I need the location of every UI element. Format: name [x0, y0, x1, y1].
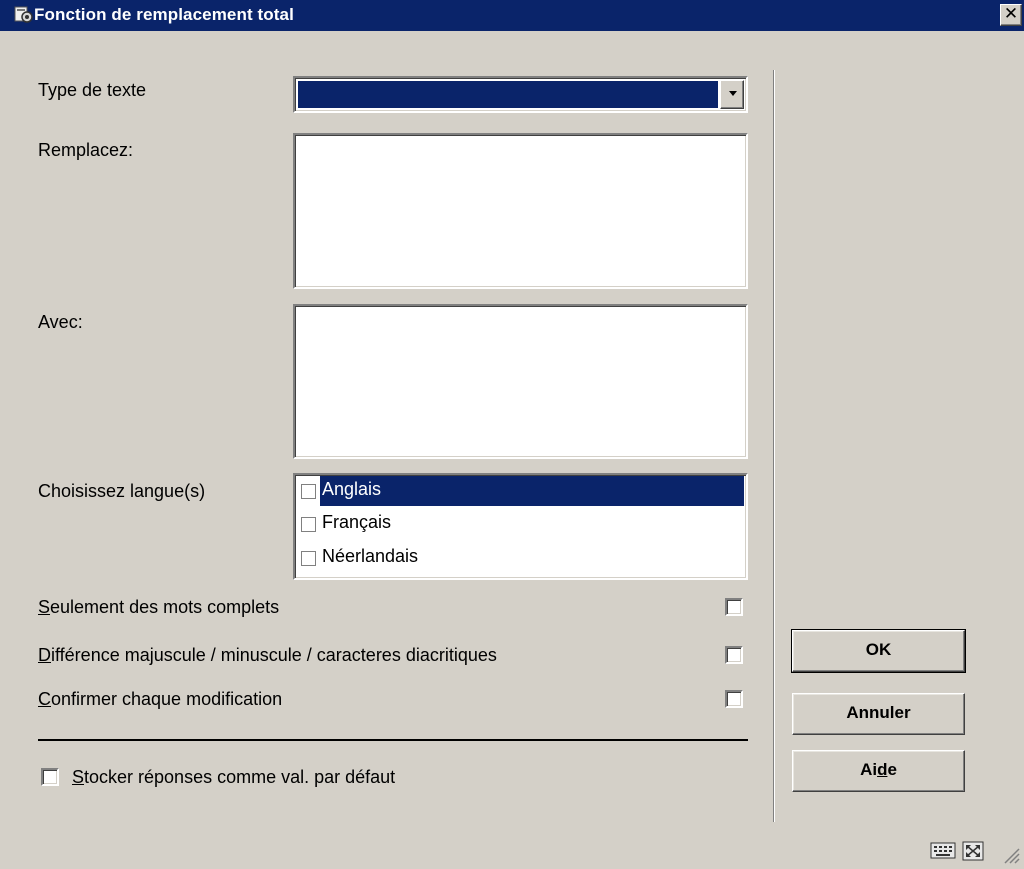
replace-label: Remplacez: — [38, 140, 134, 160]
vertical-divider — [773, 70, 775, 822]
keyboard-icon[interactable] — [930, 840, 956, 865]
case-sensitive-checkbox[interactable] — [725, 646, 743, 664]
store-defaults-checkbox[interactable] — [41, 768, 59, 786]
language-checkbox[interactable] — [301, 551, 316, 566]
language-checkbox[interactable] — [301, 517, 316, 532]
close-icon: ✕ — [1003, 4, 1019, 24]
window-title: Fonction de remplacement total — [34, 5, 294, 24]
help-button[interactable]: Aide — [792, 750, 965, 792]
separator-line — [38, 739, 748, 741]
whole-words-checkbox[interactable] — [725, 598, 743, 616]
ok-button[interactable]: OK — [791, 629, 966, 673]
dropdown-button[interactable] — [720, 80, 744, 109]
whole-words-label[interactable]: Seulement des mots complets — [38, 597, 279, 618]
cancel-button[interactable]: Annuler — [792, 693, 965, 735]
text-type-value — [298, 81, 718, 108]
maximize-icon[interactable] — [961, 840, 985, 867]
language-checkbox[interactable] — [301, 484, 316, 499]
title-bar: Fonction de remplacement total ✕ — [0, 0, 1024, 31]
languages-list[interactable]: Anglais Français Néerlandais — [293, 473, 748, 580]
store-defaults-label[interactable]: Stocker réponses comme val. par défaut — [72, 767, 395, 788]
with-textarea[interactable] — [293, 304, 748, 459]
text-type-label: Type de texte — [38, 80, 147, 100]
chevron-down-icon — [729, 91, 737, 96]
case-sensitive-label[interactable]: Différence majuscule / minuscule / carac… — [38, 645, 497, 666]
replace-textarea[interactable] — [293, 133, 748, 289]
app-icon — [14, 5, 34, 25]
with-label: Avec: — [38, 312, 83, 332]
resize-grip-icon[interactable] — [1002, 846, 1020, 869]
confirm-each-label[interactable]: Confirmer chaque modification — [38, 689, 282, 710]
confirm-each-checkbox[interactable] — [725, 690, 743, 708]
close-button[interactable]: ✕ — [1000, 4, 1022, 26]
languages-label: Choisissez langue(s) — [38, 481, 206, 501]
text-type-dropdown[interactable] — [293, 76, 748, 113]
